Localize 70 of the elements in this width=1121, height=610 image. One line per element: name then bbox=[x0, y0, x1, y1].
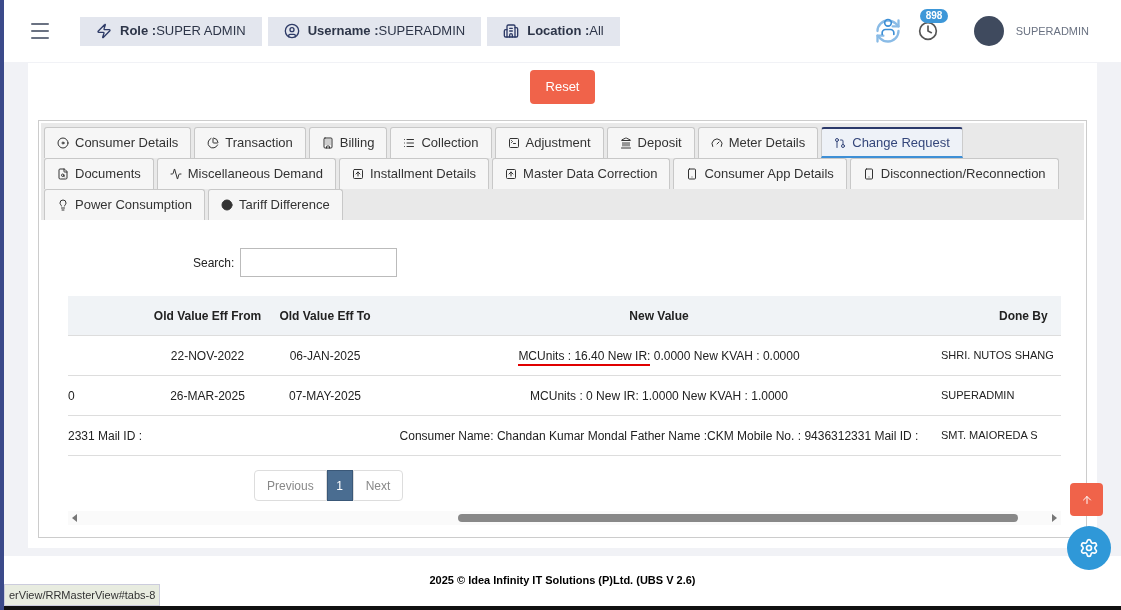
next-button[interactable]: Next bbox=[352, 470, 404, 501]
search-field[interactable] bbox=[240, 248, 398, 277]
user-name: SUPERADMIN bbox=[1015, 23, 1089, 39]
tab[interactable]: Power Consumption bbox=[44, 189, 206, 220]
user-sync-icon[interactable] bbox=[873, 17, 902, 45]
pull-request-icon bbox=[834, 136, 847, 149]
role-icon bbox=[96, 23, 112, 39]
disc-icon bbox=[57, 137, 69, 149]
list-icon bbox=[403, 137, 416, 149]
clock-icon[interactable] bbox=[917, 21, 938, 41]
file-search-icon bbox=[57, 168, 69, 180]
arrow-up-icon bbox=[1080, 493, 1093, 506]
pie-chart-icon bbox=[207, 137, 220, 149]
table-cell-text: 07-MAY-2025 bbox=[288, 387, 361, 405]
status-url: erView/RRMasterView#tabs-8 bbox=[4, 583, 161, 606]
tab[interactable]: Master Data Correction bbox=[492, 158, 671, 189]
chip-text: Location :All bbox=[527, 22, 604, 41]
footer-text: 2025 © Idea Infinity IT Solutions (P)Ltd. (UBS V 2.6) bbox=[429, 573, 696, 588]
table-cell: SMT. MAIOREDA S bbox=[941, 429, 1038, 442]
column-header: Old Value Eff From bbox=[152, 307, 263, 325]
bulb-icon bbox=[57, 199, 69, 211]
tab[interactable]: Documents bbox=[44, 158, 154, 189]
tab[interactable]: Transaction bbox=[194, 127, 306, 158]
table-cell-text: 26-MAR-2025 bbox=[170, 387, 245, 405]
upload-icon bbox=[505, 168, 518, 180]
previous-button[interactable]: Previous bbox=[254, 470, 327, 501]
tab[interactable]: Tariff Difference bbox=[208, 189, 343, 220]
tab[interactable]: Installment Details bbox=[338, 158, 490, 189]
table-cell-text: 2331 Mail ID : bbox=[68, 427, 143, 445]
table-cell-text: Consumer Name: Chandan Kumar Mondal Father Name :CKM Mobile No. : 9436312331 Mail ID : bbox=[399, 427, 919, 445]
tab[interactable]: Consumer Details bbox=[44, 127, 192, 158]
column-header: New Value bbox=[628, 307, 690, 325]
tab[interactable]: Adjustment bbox=[494, 127, 604, 158]
chip-text: Username :SUPERADMIN bbox=[307, 22, 466, 41]
phone-icon bbox=[686, 168, 699, 180]
gauge-icon bbox=[710, 137, 723, 149]
scroll-top-button[interactable] bbox=[1070, 483, 1103, 516]
tab[interactable]: Meter Details bbox=[697, 127, 819, 158]
notification-badge: 898 bbox=[919, 9, 949, 23]
column-header: Done By bbox=[998, 307, 1049, 325]
location-icon bbox=[503, 23, 520, 39]
table-cell: MCUnits : 16.40 New IR: 0.0000 New KVAH : 0.0000 bbox=[518, 346, 800, 365]
table-cell-text: 0 bbox=[68, 387, 75, 405]
user-icon bbox=[283, 23, 300, 39]
tab[interactable]: Miscellaneous Demand bbox=[156, 158, 336, 189]
dot-icon bbox=[221, 199, 234, 211]
table-cell: SHRI. NUTOS SHANG bbox=[941, 349, 1054, 362]
tab[interactable]: Disconnection/Reconnection bbox=[849, 158, 1059, 189]
table-cell: SUPERADMIN bbox=[941, 389, 1015, 402]
pulse-icon bbox=[169, 168, 182, 180]
tab[interactable]: Change Request bbox=[821, 127, 963, 158]
settings-icon bbox=[1079, 538, 1099, 558]
search-label: Search: bbox=[193, 254, 235, 272]
column-header: Old Value Eff To bbox=[278, 307, 372, 325]
tab[interactable]: Billing bbox=[308, 127, 388, 158]
chip-text: Role :SUPER ADMIN bbox=[120, 22, 246, 41]
upload-icon bbox=[351, 168, 364, 180]
table-cell-text: 22-NOV-2022 bbox=[170, 347, 245, 365]
tab[interactable]: Deposit bbox=[606, 127, 695, 158]
table-cell-text: MCUnits : 0 New IR: 1.0000 New KVAH : 1.0000 bbox=[530, 387, 788, 405]
horizontal-scrollbar[interactable] bbox=[68, 511, 1061, 525]
phone-icon bbox=[862, 168, 875, 180]
table-cell-text: 06-JAN-2025 bbox=[289, 347, 361, 365]
page-button[interactable]: 1 bbox=[326, 470, 353, 501]
avatar[interactable] bbox=[973, 16, 1004, 46]
terminal-icon bbox=[507, 137, 520, 149]
building-icon bbox=[321, 137, 334, 149]
bank-icon bbox=[619, 137, 632, 149]
tab[interactable]: Consumer App Details bbox=[673, 158, 847, 189]
tab[interactable]: Collection bbox=[390, 127, 492, 158]
